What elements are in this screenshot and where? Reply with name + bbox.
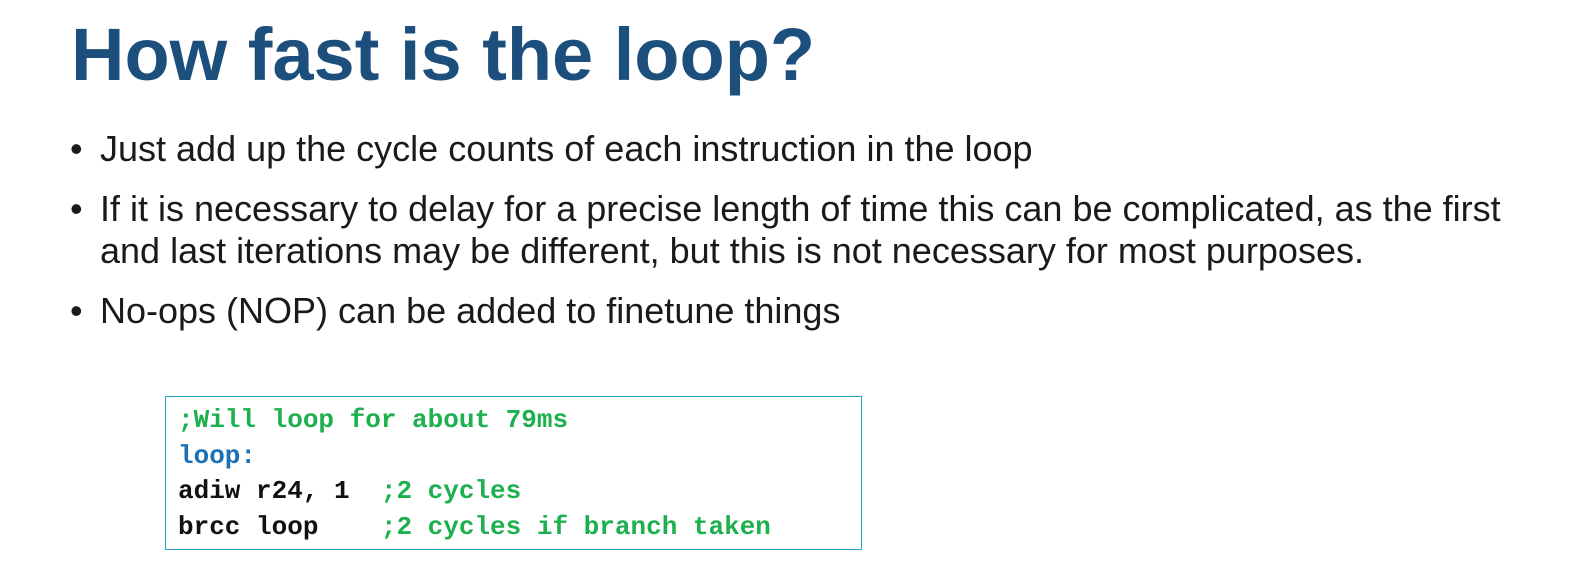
bullet-marker: • [70,290,83,331]
slide-title: How fast is the loop? [71,13,816,96]
code-comment: ;Will loop for about 79ms [178,405,569,435]
bullet-text: Just add up the cycle counts of each ins… [100,128,1033,169]
code-line: ;Will loop for about 79ms [178,403,861,439]
bullet-text: If it is necessary to delay for a precis… [100,188,1501,271]
code-label: loop: [178,440,257,471]
code-line: adiw r24, 1 ;2 cycles [178,474,861,510]
code-block: ;Will loop for about 79ms loop: adiw r24, … [165,396,862,550]
code-line: loop: [178,439,861,475]
code-comment: ;2 cycles [380,476,522,506]
bullet-item: • If it is necessary to delay for a prec… [70,188,1540,272]
bullet-list: • Just add up the cycle counts of each i… [70,128,1540,332]
bullet-item: • No-ops (NOP) can be added to finetune … [70,290,1540,332]
bullet-text: No-ops (NOP) can be added to finetune th… [100,290,841,331]
bullet-marker: • [70,128,83,169]
code-line: brcc loop ;2 cycles if branch taken [178,510,861,546]
bullet-marker: • [70,188,83,229]
code-instruction: adiw r24, 1 [178,476,381,506]
code-comment: ;2 cycles if branch taken [380,511,771,542]
code-instruction: brcc loop [178,511,381,542]
bullet-item: • Just add up the cycle counts of each i… [70,128,1540,170]
